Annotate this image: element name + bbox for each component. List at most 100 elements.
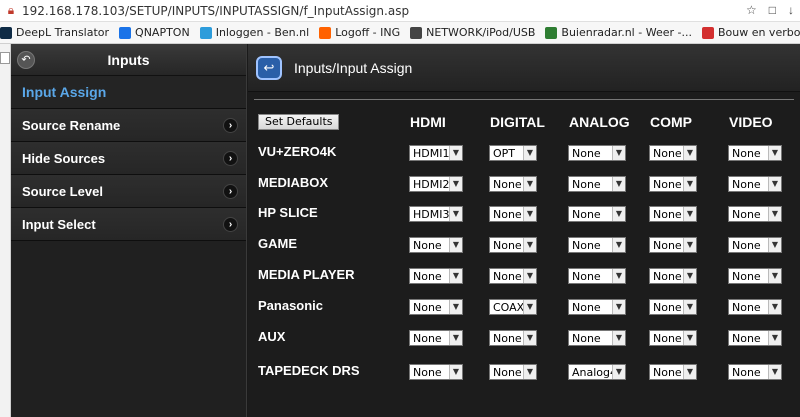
bookmark-item[interactable]: DeepL Translator <box>0 26 109 39</box>
assign-select-digital[interactable]: None ▼ <box>489 176 537 192</box>
chevron-down-icon[interactable]: ▼ <box>523 331 536 345</box>
chevron-down-icon[interactable]: ▼ <box>768 238 781 252</box>
chevron-down-icon[interactable]: ▼ <box>612 207 625 221</box>
assign-select-video[interactable]: None ▼ <box>728 330 782 346</box>
assign-select-analog[interactable]: None ▼ <box>568 299 626 315</box>
chevron-down-icon[interactable]: ▼ <box>612 300 625 314</box>
assign-select-analog[interactable]: None ▼ <box>568 237 626 253</box>
chevron-down-icon[interactable]: ▼ <box>768 365 781 379</box>
assign-select-comp[interactable]: None ▼ <box>649 176 697 192</box>
assign-select-hdmi[interactable]: None ▼ <box>409 364 463 380</box>
chevron-down-icon[interactable]: ▼ <box>612 177 625 191</box>
chevron-down-icon[interactable]: ▼ <box>523 177 536 191</box>
assign-select-analog[interactable]: None ▼ <box>568 206 626 222</box>
assign-select-hdmi[interactable]: HDMI1 ▼ <box>409 145 463 161</box>
sidebar-item-hide-sources[interactable]: Hide Sources › <box>11 142 246 175</box>
assign-select-digital[interactable]: None ▼ <box>489 330 537 346</box>
sidebar-item-source-level[interactable]: Source Level › <box>11 175 246 208</box>
sidebar-item-source-rename[interactable]: Source Rename › <box>11 109 246 142</box>
chevron-down-icon[interactable]: ▼ <box>683 146 696 160</box>
assign-select-analog[interactable]: None ▼ <box>568 268 626 284</box>
chevron-down-icon[interactable]: ▼ <box>523 238 536 252</box>
assign-select-analog[interactable]: Analog4▼ <box>568 364 626 380</box>
chevron-down-icon[interactable]: ▼ <box>768 146 781 160</box>
chevron-down-icon[interactable]: ▼ <box>612 331 625 345</box>
assign-select-comp[interactable]: None ▼ <box>649 268 697 284</box>
bookmark-item[interactable]: Buienradar.nl - Weer -... <box>545 26 692 39</box>
sidebar-item-input-select[interactable]: Input Select › <box>11 208 246 241</box>
assign-select-video[interactable]: None ▼ <box>728 237 782 253</box>
assign-select-comp[interactable]: None ▼ <box>649 145 697 161</box>
assign-select-digital[interactable]: None ▼ <box>489 237 537 253</box>
chevron-down-icon[interactable]: ▼ <box>683 269 696 283</box>
assign-select-video[interactable]: None ▼ <box>728 176 782 192</box>
bookmark-item[interactable]: QNAPTON <box>119 26 190 39</box>
set-defaults-button[interactable]: Set Defaults <box>258 114 340 130</box>
chevron-down-icon[interactable]: ▼ <box>612 269 625 283</box>
chevron-down-icon[interactable]: ▼ <box>449 238 462 252</box>
address-bar[interactable]: 🔒︎ 192.168.178.103/SETUP/INPUTS/INPUTASS… <box>0 0 800 22</box>
assign-select-digital[interactable]: OPT ▼ <box>489 145 537 161</box>
assign-select-comp[interactable]: None ▼ <box>649 206 697 222</box>
chevron-down-icon[interactable]: ▼ <box>768 207 781 221</box>
chevron-down-icon[interactable]: ▼ <box>449 365 462 379</box>
assign-select-comp[interactable]: None ▼ <box>649 364 697 380</box>
assign-select-hdmi[interactable]: None ▼ <box>409 330 463 346</box>
assign-select-video[interactable]: None ▼ <box>728 206 782 222</box>
chevron-down-icon[interactable]: ▼ <box>683 300 696 314</box>
chevron-down-icon[interactable]: ▼ <box>523 146 536 160</box>
bookmark-item[interactable]: Bouw en verbouw, ver... <box>701 26 800 39</box>
sidebar-item-input-assign[interactable]: Input Assign <box>11 76 246 109</box>
assign-select-hdmi[interactable]: None ▼ <box>409 299 463 315</box>
chevron-down-icon[interactable]: ▼ <box>612 365 625 379</box>
chevron-down-icon[interactable]: ▼ <box>683 331 696 345</box>
assign-select-video[interactable]: None ▼ <box>728 299 782 315</box>
chevron-down-icon[interactable]: ▼ <box>768 269 781 283</box>
url-text[interactable]: 192.168.178.103/SETUP/INPUTS/INPUTASSIGN… <box>22 4 409 18</box>
star-icon[interactable]: ☆ <box>746 3 757 17</box>
return-icon[interactable]: ↩ <box>256 55 282 80</box>
pocket-icon[interactable]: □ <box>769 3 776 17</box>
assign-select-digital[interactable]: None ▼ <box>489 268 537 284</box>
chevron-down-icon[interactable]: ▼ <box>612 238 625 252</box>
chevron-down-icon[interactable]: ▼ <box>449 177 462 191</box>
assign-select-comp[interactable]: None ▼ <box>649 330 697 346</box>
assign-select-analog[interactable]: None ▼ <box>568 145 626 161</box>
assign-select-hdmi[interactable]: HDMI3 ▼ <box>409 206 463 222</box>
insecure-lock-icon[interactable]: 🔒︎ <box>0 3 22 18</box>
assign-select-video[interactable]: None ▼ <box>728 268 782 284</box>
chevron-down-icon[interactable]: ▼ <box>449 331 462 345</box>
frame-checkbox[interactable] <box>0 52 10 64</box>
chevron-down-icon[interactable]: ▼ <box>523 365 536 379</box>
assign-select-hdmi[interactable]: HDMI2 ▼ <box>409 176 463 192</box>
bookmark-item[interactable]: NETWORK/iPod/USB <box>410 26 535 39</box>
assign-select-analog[interactable]: None ▼ <box>568 176 626 192</box>
assign-select-comp[interactable]: None ▼ <box>649 237 697 253</box>
chevron-down-icon[interactable]: ▼ <box>523 269 536 283</box>
chevron-down-icon[interactable]: ▼ <box>683 238 696 252</box>
back-icon[interactable]: ↶ <box>17 51 35 69</box>
chevron-down-icon[interactable]: ▼ <box>612 146 625 160</box>
assign-select-digital[interactable]: COAX ▼ <box>489 299 537 315</box>
chevron-down-icon[interactable]: ▼ <box>449 269 462 283</box>
chevron-down-icon[interactable]: ▼ <box>768 331 781 345</box>
chevron-down-icon[interactable]: ▼ <box>449 146 462 160</box>
assign-select-hdmi[interactable]: None ▼ <box>409 268 463 284</box>
bookmark-item[interactable]: Logoff - ING <box>319 26 400 39</box>
assign-select-video[interactable]: None ▼ <box>728 364 782 380</box>
assign-select-video[interactable]: None ▼ <box>728 145 782 161</box>
chevron-down-icon[interactable]: ▼ <box>449 300 462 314</box>
assign-select-analog[interactable]: None ▼ <box>568 330 626 346</box>
assign-select-hdmi[interactable]: None ▼ <box>409 237 463 253</box>
chevron-down-icon[interactable]: ▼ <box>523 300 536 314</box>
assign-select-digital[interactable]: None ▼ <box>489 206 537 222</box>
chevron-down-icon[interactable]: ▼ <box>449 207 462 221</box>
chevron-down-icon[interactable]: ▼ <box>683 365 696 379</box>
bookmark-item[interactable]: Inloggen - Ben.nl <box>199 26 309 39</box>
chevron-down-icon[interactable]: ▼ <box>683 177 696 191</box>
assign-select-digital[interactable]: None ▼ <box>489 364 537 380</box>
download-icon[interactable]: ↓ <box>788 3 794 17</box>
chevron-down-icon[interactable]: ▼ <box>523 207 536 221</box>
assign-select-comp[interactable]: None ▼ <box>649 299 697 315</box>
chevron-down-icon[interactable]: ▼ <box>768 177 781 191</box>
